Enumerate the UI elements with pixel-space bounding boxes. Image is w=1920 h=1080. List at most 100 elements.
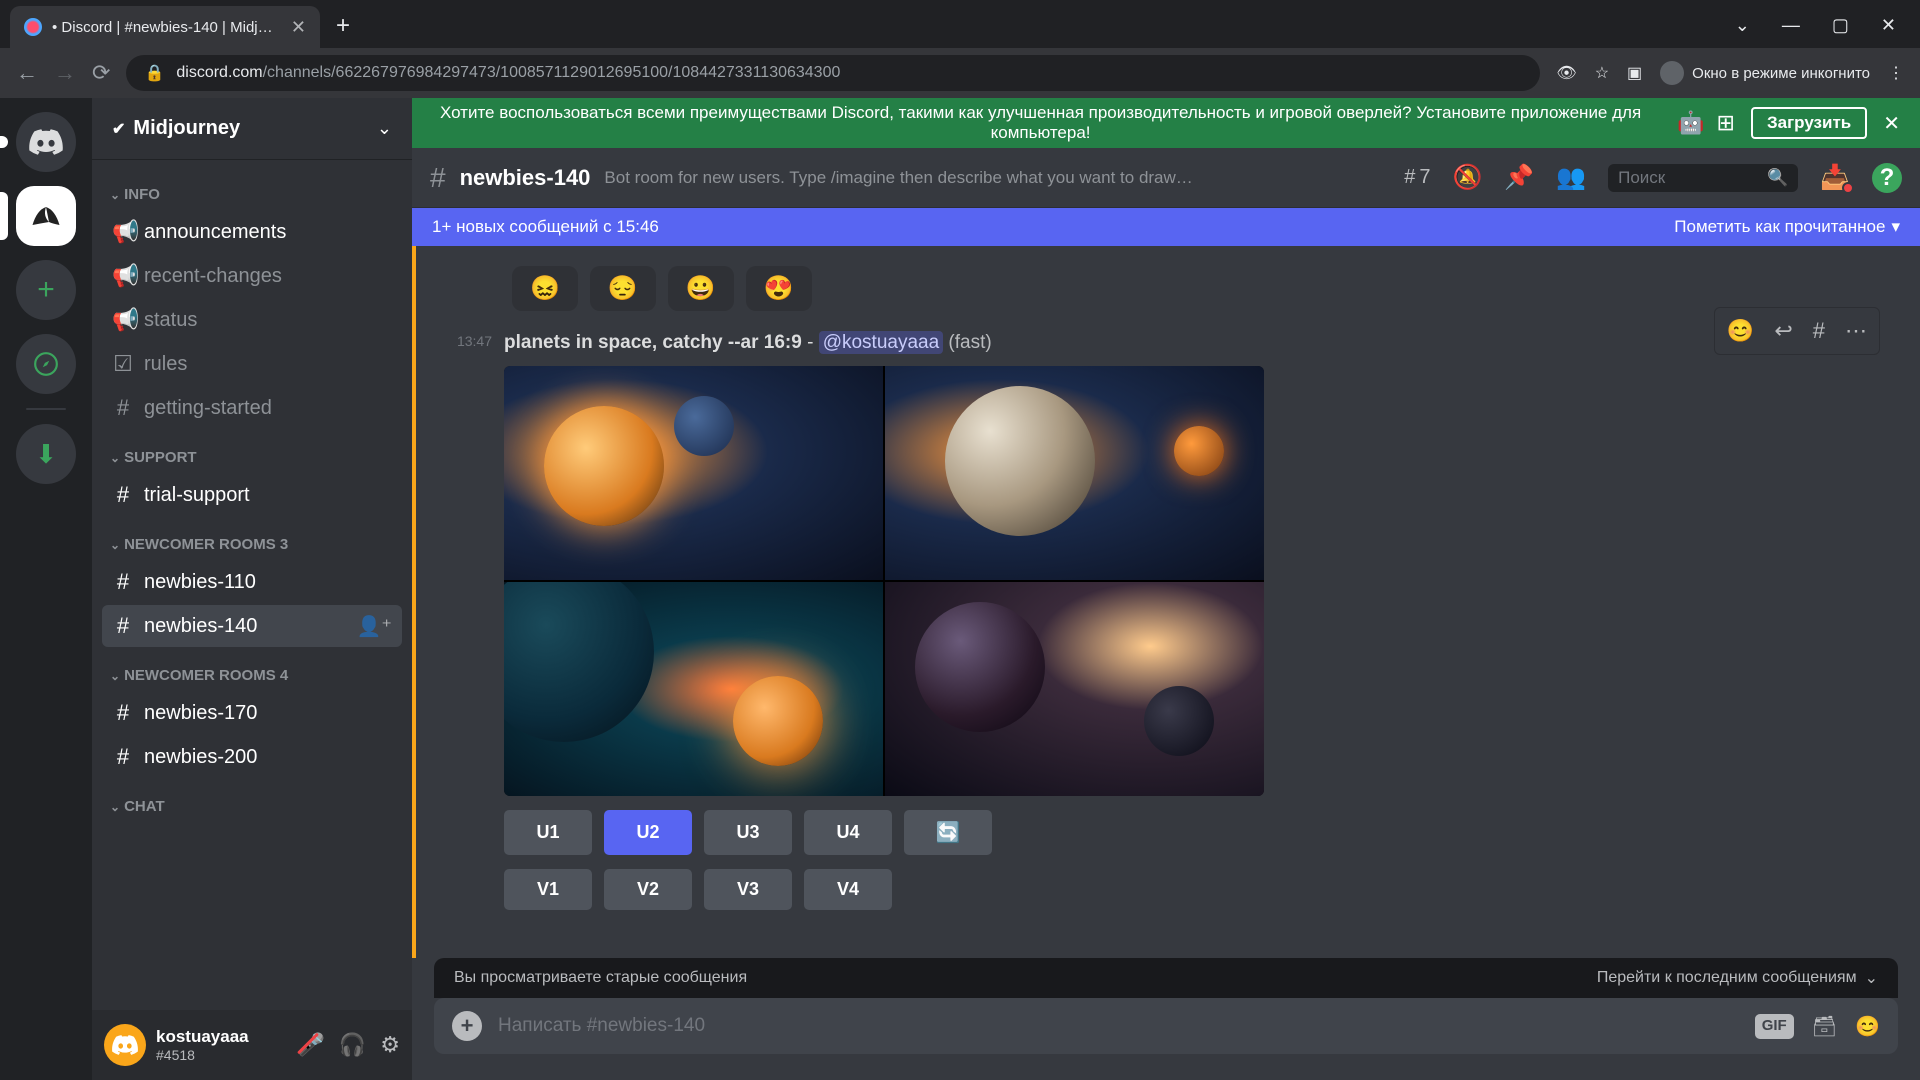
mention[interactable]: @kostuayaaa: [819, 331, 943, 354]
variation-1-button[interactable]: V1: [504, 869, 592, 910]
mode-label: (fast): [943, 332, 992, 353]
search-input[interactable]: Поиск 🔍: [1608, 164, 1798, 192]
settings-button[interactable]: ⚙: [380, 1032, 400, 1058]
messages-scroll[interactable]: 😖😔😀😍 😊 ↩ # ⋯ 13:47 planets in space, cat…: [412, 246, 1920, 958]
mic-button[interactable]: 🎤: [297, 1032, 324, 1058]
prompt-text: planets in space, catchy --ar 16:9: [504, 332, 802, 353]
discord-logo-icon: [112, 1035, 138, 1055]
add-reaction-icon[interactable]: 😊: [1719, 312, 1762, 350]
channel-rules[interactable]: ☑rules: [102, 343, 402, 385]
minimize-icon[interactable]: —: [1782, 15, 1800, 36]
help-button[interactable]: ?: [1872, 163, 1902, 193]
back-button[interactable]: ←: [16, 60, 38, 86]
reaction-button[interactable]: 😔: [590, 266, 656, 311]
channel-newbies-200[interactable]: #newbies-200: [102, 736, 402, 778]
reload-button[interactable]: ⟳: [92, 60, 110, 86]
category-header[interactable]: SUPPORT: [102, 431, 402, 472]
variation-3-button[interactable]: V3: [704, 869, 792, 910]
inbox-badge: [1842, 182, 1854, 194]
create-invite-icon[interactable]: 👤⁺: [357, 614, 392, 639]
category-header[interactable]: CHAT: [102, 780, 402, 821]
panel-icon[interactable]: ▣: [1627, 63, 1642, 83]
explore-button[interactable]: [16, 334, 76, 394]
emoji-button[interactable]: 😊: [1855, 1014, 1880, 1039]
channel-list[interactable]: INFO📢announcements📢recent-changes📢status…: [92, 160, 412, 1010]
channel-label: trial-support: [144, 484, 250, 507]
reroll-button[interactable]: 🔄: [904, 810, 992, 855]
android-icon[interactable]: 🤖: [1677, 110, 1704, 136]
new-messages-bar[interactable]: 1+ новых сообщений с 15:46 Пометить как …: [412, 208, 1920, 246]
reply-icon[interactable]: ↩: [1766, 312, 1800, 350]
avatar[interactable]: [104, 1024, 146, 1066]
channel-topic[interactable]: Bot room for new users. Type /imagine th…: [604, 168, 1390, 188]
url-domain: discord.com: [176, 64, 262, 81]
upscale-4-button[interactable]: U4: [804, 810, 892, 855]
channel-icon: #: [112, 395, 134, 421]
close-icon[interactable]: ✕: [1883, 111, 1900, 136]
server-name-label: Midjourney: [133, 117, 240, 140]
channel-announcements[interactable]: 📢announcements: [102, 211, 402, 253]
category-header[interactable]: NEWCOMER ROOMS 4: [102, 649, 402, 690]
user-name: kostuayaaa: [156, 1027, 287, 1047]
channel-trial-support[interactable]: #trial-support: [102, 474, 402, 516]
upscale-3-button[interactable]: U3: [704, 810, 792, 855]
channel-newbies-110[interactable]: #newbies-110: [102, 561, 402, 603]
threads-count: 7: [1419, 166, 1430, 189]
notifications-button[interactable]: 🔕: [1452, 163, 1482, 192]
chevron-down-icon[interactable]: ⌄: [1735, 15, 1750, 36]
variation-2-button[interactable]: V2: [604, 869, 692, 910]
mark-read-button[interactable]: Пометить как прочитанное ▾: [1674, 217, 1900, 237]
gif-button[interactable]: GIF: [1755, 1014, 1794, 1039]
url-input[interactable]: 🔒 discord.com/channels/66226797698429747…: [126, 55, 1540, 91]
sticker-button[interactable]: 🗃: [1812, 1014, 1837, 1039]
main-content: Хотите воспользоваться всеми преимуществ…: [412, 98, 1920, 1080]
viewing-old-label: Вы просматриваете старые сообщения: [454, 969, 747, 987]
menu-icon[interactable]: ⋮: [1888, 63, 1904, 83]
upscale-row: U1 U2 U3 U4 🔄: [504, 810, 1900, 855]
headphones-button[interactable]: 🎧: [339, 1032, 366, 1058]
channel-recent-changes[interactable]: 📢recent-changes: [102, 255, 402, 297]
image-panel-4: [885, 582, 1264, 796]
tab-close-icon[interactable]: ✕: [291, 17, 306, 38]
download-apps-button[interactable]: ⬇: [16, 424, 76, 484]
home-button[interactable]: [16, 112, 76, 172]
server-header[interactable]: ✔ Midjourney ⌄: [92, 98, 412, 160]
star-icon[interactable]: ☆: [1595, 63, 1609, 83]
forward-button[interactable]: →: [54, 60, 76, 86]
eye-off-icon[interactable]: 👁: [1556, 63, 1576, 83]
category-header[interactable]: INFO: [102, 168, 402, 209]
variation-4-button[interactable]: V4: [804, 869, 892, 910]
compass-icon: [33, 351, 59, 377]
close-icon[interactable]: ✕: [1881, 15, 1896, 36]
new-tab-button[interactable]: +: [320, 12, 366, 48]
more-icon[interactable]: ⋯: [1837, 312, 1875, 350]
inbox-button[interactable]: 📥: [1820, 163, 1850, 192]
channel-getting-started[interactable]: #getting-started: [102, 387, 402, 429]
image-grid[interactable]: [504, 366, 1264, 796]
upscale-2-button[interactable]: U2: [604, 810, 692, 855]
pins-button[interactable]: 📌: [1504, 163, 1534, 192]
reaction-button[interactable]: 😀: [668, 266, 734, 311]
reaction-button[interactable]: 😖: [512, 266, 578, 311]
channel-newbies-170[interactable]: #newbies-170: [102, 692, 402, 734]
maximize-icon[interactable]: ▢: [1832, 15, 1849, 36]
upscale-1-button[interactable]: U1: [504, 810, 592, 855]
reaction-button[interactable]: 😍: [746, 266, 812, 311]
channel-newbies-140[interactable]: #newbies-140👤⁺: [102, 605, 402, 647]
members-button[interactable]: 👥: [1556, 163, 1586, 192]
thread-icon[interactable]: #: [1805, 312, 1833, 350]
threads-button[interactable]: #7: [1404, 166, 1430, 189]
attach-button[interactable]: +: [452, 1011, 482, 1041]
download-button[interactable]: Загрузить: [1751, 107, 1867, 139]
channel-status[interactable]: 📢status: [102, 299, 402, 341]
jump-bar: Вы просматриваете старые сообщения Перей…: [434, 958, 1898, 998]
jump-latest-button[interactable]: Перейти к последним сообщениям ⌄: [1597, 968, 1878, 988]
server-midjourney[interactable]: [16, 186, 76, 246]
category-header[interactable]: NEWCOMER ROOMS 3: [102, 518, 402, 559]
channel-sidebar: ✔ Midjourney ⌄ INFO📢announcements📢recent…: [92, 98, 412, 1080]
windows-icon[interactable]: ⊞: [1717, 110, 1735, 136]
add-server-button[interactable]: +: [16, 260, 76, 320]
message-input[interactable]: + Написать #newbies-140 GIF 🗃 😊: [434, 998, 1898, 1054]
window-controls: ⌄ — ▢ ✕: [1711, 15, 1920, 48]
browser-tab[interactable]: • Discord | #newbies-140 | Midj… ✕: [10, 6, 320, 48]
